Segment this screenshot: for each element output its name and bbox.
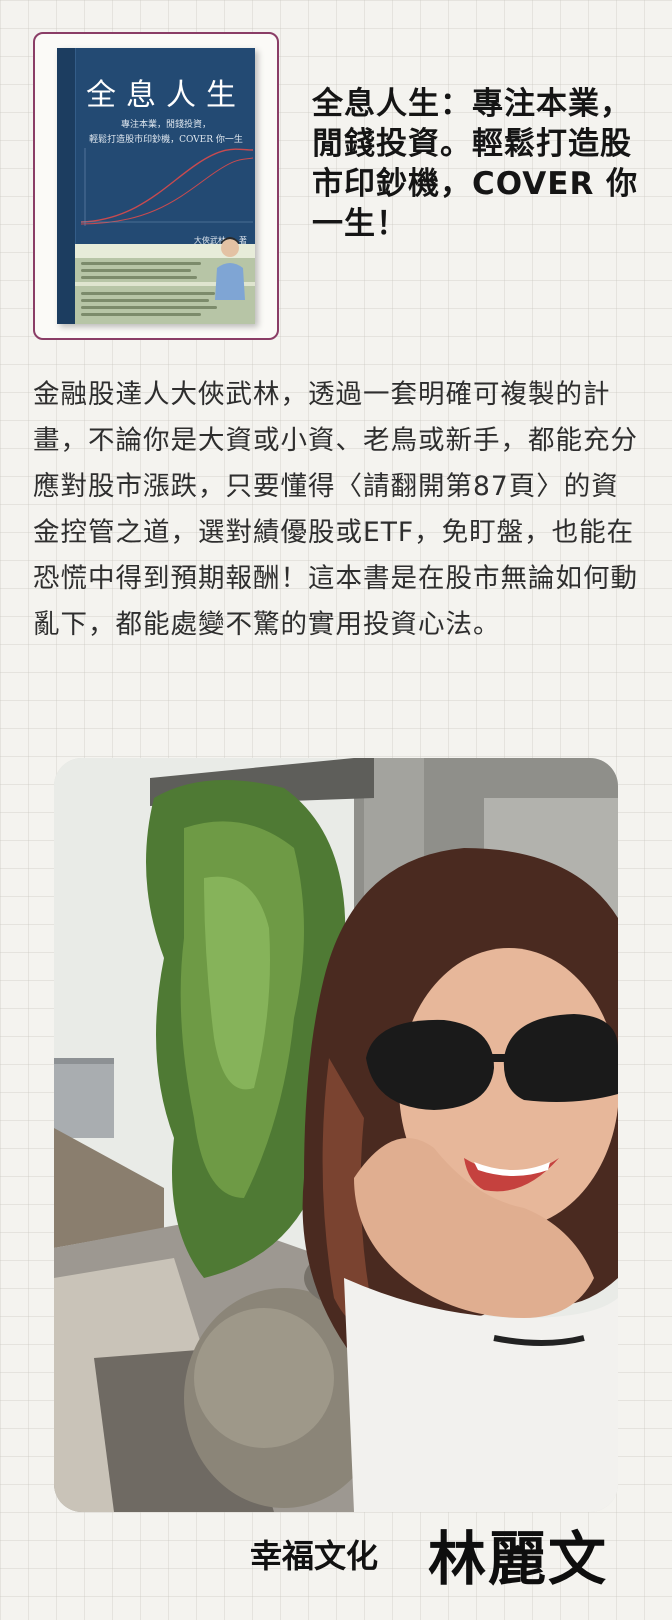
book-spine — [57, 48, 76, 324]
book-band-line — [81, 292, 215, 295]
author-name: 林麗文 — [428, 1525, 609, 1593]
book-band-line — [81, 262, 201, 265]
book-band-line — [81, 276, 197, 279]
book-band-line — [81, 299, 209, 302]
book-cover-image: 全息人生 專注本業，閒錢投資， 輕鬆打造股市印鈔機，COVER 你一生 大俠武林… — [57, 48, 255, 324]
book-band-line — [81, 306, 217, 309]
book-band-line — [81, 313, 201, 316]
publisher-name: 幸福文化 — [250, 1537, 379, 1575]
book-cover-frame: 全息人生 專注本業，閒錢投資， 輕鬆打造股市印鈔機，COVER 你一生 大俠武林… — [33, 32, 279, 340]
book-cover-subtitle-line1: 專注本業，閒錢投資， — [120, 120, 211, 130]
book-band-line — [81, 269, 191, 272]
book-cover-curves — [80, 148, 254, 226]
book-headline: 全息人生：專注本業，閒錢投資。輕鬆打造股市印鈔機，COVER 你一生！ — [312, 86, 639, 242]
author-photo — [54, 758, 618, 1512]
book-author-portrait — [215, 237, 245, 300]
book-cover-title: 全息人生 — [86, 78, 246, 113]
book-description: 金融股達人大俠武林，透過一套明確可複製的計畫，不論你是大資或小資、老鳥或新手，都… — [33, 379, 638, 640]
book-cover-band — [75, 237, 255, 324]
author-photo-image — [54, 758, 618, 1512]
